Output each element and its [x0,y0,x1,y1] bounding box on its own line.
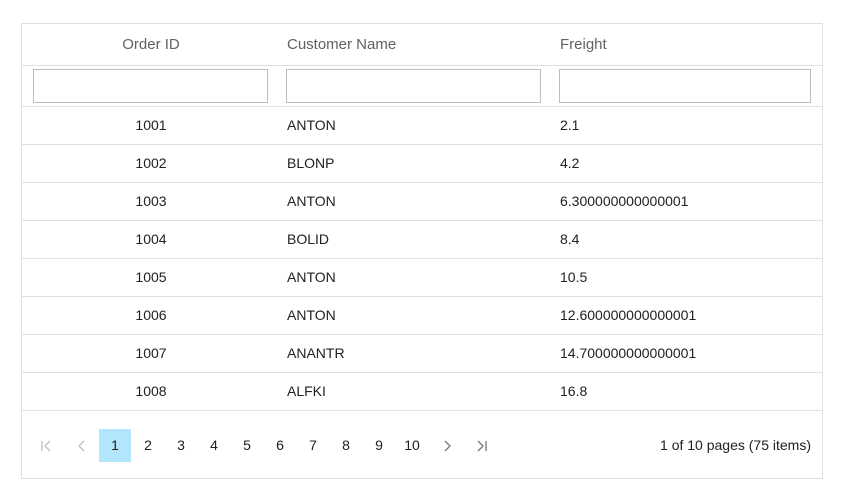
page-button-8[interactable]: 8 [330,429,362,462]
data-grid: Order ID Customer Name Freight 1001 ANTO… [21,23,823,479]
table-row[interactable]: 1003 ANTON 6.300000000000001 [22,183,822,221]
order-id-cell: 1006 [135,307,167,323]
page-button-7[interactable]: 7 [297,429,329,462]
freight-cell: 16.8 [560,383,588,399]
order-id-cell: 1007 [135,345,167,361]
table-row[interactable]: 1001 ANTON 2.1 [22,107,822,145]
freight-cell: 12.600000000000001 [560,307,697,323]
grid-header: Order ID Customer Name Freight [22,24,822,66]
page-button-2[interactable]: 2 [132,429,164,462]
customer-name-cell: ANANTR [287,345,345,361]
column-header-customer-name[interactable]: Customer Name [287,24,396,65]
last-page-icon [475,439,489,453]
customer-name-filter-input[interactable] [286,69,541,103]
customer-name-cell: ANTON [287,193,336,209]
previous-page-icon [75,439,89,453]
table-row[interactable]: 1006 ANTON 12.600000000000001 [22,297,822,335]
freight-cell: 4.2 [560,155,580,171]
order-id-cell: 1003 [135,193,167,209]
page-button-4[interactable]: 4 [198,429,230,462]
page-button-10[interactable]: 10 [396,429,428,462]
page-button-5[interactable]: 5 [231,429,263,462]
first-page-icon [39,439,53,453]
order-id-cell: 1005 [135,269,167,285]
column-header-freight[interactable]: Freight [560,24,607,65]
order-id-cell: 1008 [135,383,167,399]
previous-page-button[interactable] [70,429,94,462]
freight-cell: 10.5 [560,269,588,285]
page-button-6[interactable]: 6 [264,429,296,462]
customer-name-cell: ANTON [287,269,336,285]
customer-name-cell: ANTON [287,307,336,323]
order-id-cell: 1004 [135,231,167,247]
next-page-icon [440,439,454,453]
customer-name-cell: ALFKI [287,383,326,399]
table-row[interactable]: 1004 BOLID 8.4 [22,221,822,259]
customer-name-cell: BOLID [287,231,330,247]
pager-info: 1 of 10 pages (75 items) [660,437,811,453]
table-row[interactable]: 1005 ANTON 10.5 [22,259,822,297]
last-page-button[interactable] [470,429,494,462]
next-page-button[interactable] [435,429,459,462]
freight-cell: 8.4 [560,231,580,247]
customer-name-cell: ANTON [287,117,336,133]
first-page-button[interactable] [34,429,58,462]
order-id-filter-input[interactable] [33,69,268,103]
filter-bar [22,66,822,107]
table-row[interactable]: 1008 ALFKI 16.8 [22,373,822,411]
table-row[interactable]: 1007 ANANTR 14.700000000000001 [22,335,822,373]
page-button-9[interactable]: 9 [363,429,395,462]
pager: 1 2 3 4 5 6 7 8 9 10 1 of 10 pages (75 i… [22,411,822,479]
freight-cell: 6.300000000000001 [560,193,689,209]
freight-cell: 14.700000000000001 [560,345,697,361]
column-header-order-id[interactable]: Order ID [22,24,280,65]
order-id-cell: 1001 [135,117,167,133]
freight-filter-input[interactable] [559,69,811,103]
customer-name-cell: BLONP [287,155,335,171]
freight-cell: 2.1 [560,117,580,133]
order-id-cell: 1002 [135,155,167,171]
grid-body: 1001 ANTON 2.1 1002 BLONP 4.2 1003 ANTON… [22,107,822,411]
page-button-1[interactable]: 1 [99,429,131,462]
page-button-3[interactable]: 3 [165,429,197,462]
table-row[interactable]: 1002 BLONP 4.2 [22,145,822,183]
